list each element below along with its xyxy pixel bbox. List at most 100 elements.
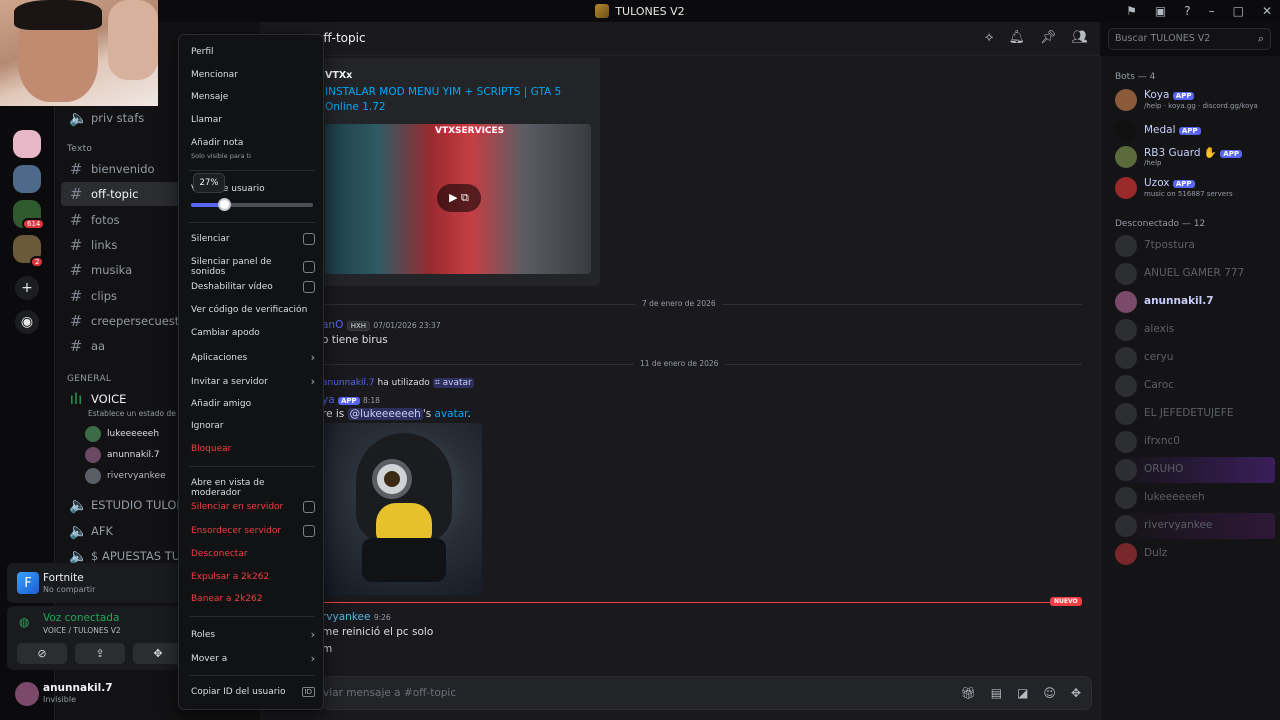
add-server-icon[interactable]: + [15, 276, 39, 300]
signal-icon[interactable]: ◍ [19, 615, 29, 629]
member-item[interactable]: EL JEFEDETUJEFE [1115, 401, 1275, 427]
menu-item-move-to[interactable]: Mover a › [191, 652, 315, 665]
menu-item-mod-view[interactable]: Abre en vista de moderador [191, 478, 315, 498]
command-mention[interactable]: ⌗ avatar [432, 378, 474, 388]
member-item[interactable]: ceryu [1115, 345, 1275, 371]
message-composer[interactable]: viar mensaje a #off-topic 🎁︎ ▤ ◪ ☺ ✥ [322, 676, 1092, 710]
member-item[interactable]: Medal APP [1115, 118, 1275, 144]
voice-user[interactable]: anunnakil.7 [85, 447, 160, 463]
member-name: ORUHO [1144, 463, 1184, 475]
avatar-image[interactable] [322, 423, 482, 595]
apps-icon[interactable]: ✥ [1071, 686, 1081, 700]
play-icon[interactable]: ▶ ⧉ [437, 184, 481, 212]
menu-item-disconnect[interactable]: Desconectar [191, 549, 315, 559]
embed-title-link[interactable]: INSTALAR MOD MENU YIM + SCRIPTS | GTA 5 … [325, 85, 595, 115]
menu-item-mention[interactable]: Mencionar [191, 70, 315, 80]
discover-icon[interactable]: ◉ [15, 310, 39, 334]
share-screen-button[interactable]: ⇪ [75, 643, 125, 664]
search-input[interactable]: Buscar TULONES V2 ⌕ [1108, 28, 1271, 50]
member-item[interactable]: ifrxnc0 [1115, 429, 1275, 455]
message-author[interactable]: anO [322, 319, 343, 331]
member-item[interactable]: Uzox APP music on 516887 servers [1115, 175, 1275, 201]
volume-knob[interactable] [218, 198, 231, 211]
menu-item-disable-video[interactable]: Deshabilitar vídeo [191, 281, 315, 293]
user-mention[interactable]: @lukeeeeeeh [347, 408, 423, 420]
voice-status-text[interactable]: Establece un estado de can [88, 409, 192, 418]
voice-user[interactable]: lukeeeeeeh [85, 426, 159, 442]
activity-panel[interactable]: F Fortnite No compartir [7, 563, 193, 603]
menu-item-server-deafen[interactable]: Ensordecer servidor [191, 525, 315, 537]
maximize-button[interactable]: □ [1233, 4, 1244, 18]
member-item[interactable]: Dulz [1115, 541, 1275, 567]
menu-item-change-nick[interactable]: Cambiar apodo [191, 328, 315, 338]
voice-user[interactable]: rivervyankee [85, 468, 166, 484]
member-name-text: RB3 Guard ✋ [1144, 147, 1217, 159]
menu-item-add-note[interactable]: Añadir nota [191, 138, 315, 148]
voice-status[interactable]: Voz conectada [43, 612, 119, 624]
menu-item-mute[interactable]: Silenciar [191, 233, 315, 245]
server-icon-1[interactable] [13, 130, 41, 158]
menu-item-mute-soundboard[interactable]: Silenciar panel de sonidos [191, 257, 315, 277]
avatar [1115, 487, 1137, 509]
menu-item-server-mute[interactable]: Silenciar en servidor [191, 501, 315, 513]
checkbox[interactable] [303, 233, 315, 245]
menu-item-profile[interactable]: Perfil [191, 47, 315, 57]
member-item[interactable]: Koya APP /help · koya.gg · discord.gg/ko… [1115, 87, 1275, 113]
system-user[interactable]: anunnakil.7 [322, 378, 375, 388]
emoji-icon[interactable]: ☺ [1043, 686, 1056, 700]
menu-item-call[interactable]: Llamar [191, 115, 315, 125]
member-item[interactable]: ANUEL GAMER 777 [1115, 261, 1275, 287]
menu-item-verify-code[interactable]: Ver código de verificación [191, 305, 315, 315]
member-item[interactable]: RB3 Guard ✋ APP /help [1115, 144, 1275, 170]
checkbox[interactable] [303, 501, 315, 513]
server-icon-2[interactable] [13, 165, 41, 193]
fortnite-icon: F [17, 572, 39, 594]
gif-icon[interactable]: ▤ [991, 686, 1002, 700]
checkbox[interactable] [303, 281, 315, 293]
help-icon[interactable]: ? [1184, 4, 1190, 18]
close-button[interactable]: ✕ [1262, 4, 1272, 18]
member-item[interactable]: ORUHO [1115, 457, 1275, 483]
menu-item-block[interactable]: Bloquear [191, 444, 315, 454]
menu-item-invite[interactable]: Invitar a servidor › [191, 375, 315, 388]
member-item[interactable]: anunnakil.7 [1115, 289, 1275, 315]
video-thumbnail[interactable]: VTXSERVICES ▶ ⧉ [325, 124, 591, 274]
member-item[interactable]: 7tpostura [1115, 233, 1275, 259]
menu-item-ignore[interactable]: Ignorar [191, 421, 315, 431]
sticker-icon[interactable]: ◪ [1017, 686, 1028, 700]
user-volume-slider[interactable] [191, 198, 313, 211]
screen-icon[interactable]: ▣ [1155, 4, 1166, 18]
inbox-icon[interactable]: ⚑ [1126, 4, 1137, 18]
menu-item-roles[interactable]: Roles › [191, 628, 315, 641]
category-general[interactable]: GENERAL [67, 374, 111, 384]
avatar [1115, 543, 1137, 565]
user-panel[interactable]: anunnakil.7 Invisible [7, 674, 193, 714]
avatar [1115, 177, 1137, 199]
bell-icon[interactable]: 🔔︎ [1008, 30, 1025, 45]
activities-button[interactable]: ✥ [133, 643, 183, 664]
camera-off-button[interactable]: ⊘ [17, 643, 67, 664]
menu-item-message[interactable]: Mensaje [191, 92, 315, 102]
menu-item-add-friend[interactable]: Añadir amigo [191, 399, 315, 409]
member-item[interactable]: rivervyankee [1115, 513, 1275, 539]
minimize-button[interactable]: – [1209, 4, 1215, 18]
category-texto[interactable]: Texto [67, 144, 92, 154]
avatar-link[interactable]: avatar [435, 408, 468, 420]
members-icon[interactable]: 👥︎ [1071, 30, 1088, 45]
menu-item-apps[interactable]: Aplicaciones › [191, 351, 315, 364]
member-item[interactable]: Caroc [1115, 373, 1275, 399]
message-author[interactable]: rvyankee [322, 611, 370, 623]
gift-icon[interactable]: 🎁︎ [961, 686, 976, 700]
member-name: Uzox APP [1144, 177, 1195, 189]
member-item[interactable]: lukeeeeeeh [1115, 485, 1275, 511]
menu-item-kick[interactable]: Expulsar a 2k262 [191, 572, 315, 582]
member-item[interactable]: alexis [1115, 317, 1275, 343]
checkbox[interactable] [303, 261, 315, 273]
embed-provider: VTXx [325, 70, 353, 81]
menu-item-ban[interactable]: Banear a 2k262 [191, 594, 315, 604]
checkbox[interactable] [303, 525, 315, 537]
pin-icon[interactable]: 📌︎ [1040, 30, 1057, 45]
menu-item-copy-id[interactable]: Copiar ID del usuario ID [191, 687, 315, 697]
unread-badge: 614 [22, 218, 46, 230]
threads-icon[interactable]: ⟡ [985, 30, 994, 45]
